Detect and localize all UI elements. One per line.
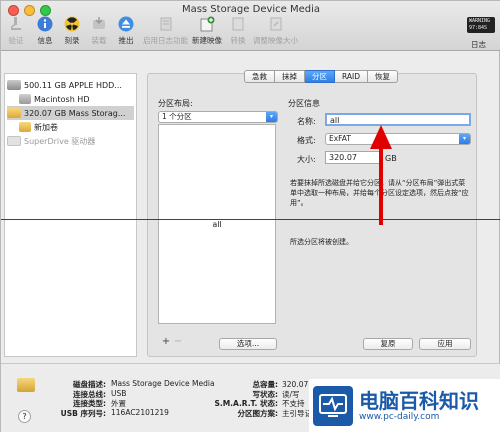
log-label[interactable]: 日志	[471, 39, 486, 50]
tab-erase[interactable]: 抹掉	[275, 70, 305, 83]
chevron-updown-icon: ▾	[266, 112, 277, 122]
partition-layout-select[interactable]: 1 个分区 ▾	[158, 111, 278, 123]
volume-icon	[19, 122, 31, 132]
serial-value: 116AC2101219	[111, 408, 169, 417]
tab-first-aid[interactable]: 急救	[244, 70, 275, 83]
sidebar-item-new-volume[interactable]: 新加卷	[19, 120, 58, 134]
tab-raid[interactable]: RAID	[335, 70, 369, 83]
partition-layout-heading: 分区布局:	[158, 99, 193, 108]
disk-desc-value: Mass Storage Device Media	[111, 379, 215, 388]
watermark-title: 电脑百科知识	[359, 389, 479, 413]
apply-button[interactable]: 应用	[419, 338, 471, 350]
tab-bar: 急救 抹掉 分区 RAID 恢复	[244, 70, 399, 83]
enable-journaling-button[interactable]: 启用日志功能	[143, 15, 188, 46]
tab-restore[interactable]: 恢复	[368, 70, 399, 83]
journal-icon	[157, 15, 175, 33]
disk-mount-icon	[90, 15, 108, 33]
resize-image-button[interactable]: 调整映像大小	[253, 15, 298, 46]
options-button[interactable]: 选项...	[219, 338, 277, 350]
titlebar: Mass Storage Device Media 验证 信息 刻录 装载 推出…	[1, 1, 500, 51]
format-label: 格式:	[297, 136, 316, 145]
microscope-icon	[7, 15, 25, 33]
device-sidebar[interactable]: 500.11 GB APPLE HDD... Macintosh HD 320.…	[4, 73, 137, 357]
verify-button[interactable]: 验证	[7, 15, 25, 46]
partition-map[interactable]: all	[158, 124, 276, 324]
burn-button[interactable]: 刻录	[63, 15, 81, 46]
add-partition-button[interactable]: +	[161, 337, 171, 347]
info-icon	[36, 15, 54, 33]
scheme-label: 分区图方案:	[237, 409, 279, 418]
sidebar-item-mass-storage[interactable]: 320.07 GB Mass Storag...	[7, 106, 134, 120]
convert-button[interactable]: 转换	[229, 15, 247, 46]
revert-button[interactable]: 复原	[363, 338, 413, 350]
resize-image-icon	[267, 15, 285, 33]
usb-drive-icon	[17, 378, 35, 392]
new-image-icon	[198, 15, 216, 33]
sidebar-item-apple-hdd[interactable]: 500.11 GB APPLE HDD...	[7, 78, 122, 92]
remove-partition-button[interactable]: −	[173, 337, 183, 347]
volume-icon	[19, 94, 31, 104]
serial-label: USB 序列号:	[60, 409, 106, 418]
window-title: Mass Storage Device Media	[181, 4, 321, 15]
radioactive-icon	[63, 15, 81, 33]
partition-info-heading: 分区信息	[288, 99, 320, 108]
tab-partition[interactable]: 分区	[305, 70, 335, 83]
info-button[interactable]: 信息	[36, 15, 54, 46]
bus-value: USB	[111, 389, 127, 398]
sidebar-item-macintosh-hd[interactable]: Macintosh HD	[19, 92, 89, 106]
chevron-updown-icon: ▾	[459, 134, 470, 144]
eject-button[interactable]: 推出	[117, 15, 135, 46]
new-image-button[interactable]: 新建映像	[192, 15, 222, 46]
size-label: 大小:	[297, 155, 316, 164]
red-guide-line	[1, 219, 500, 220]
external-disk-icon	[7, 108, 21, 118]
optical-drive-icon	[7, 136, 21, 146]
help-button[interactable]: ?	[18, 410, 31, 423]
partition-status-text: 所选分区将被创建。	[290, 238, 353, 246]
log-console-icon[interactable]: WARNING 97:84S	[467, 17, 495, 33]
eject-icon	[117, 15, 135, 33]
partition-name-in-map[interactable]: all	[159, 220, 275, 229]
sidebar-item-superdrive[interactable]: SuperDrive 驱动器	[7, 134, 95, 148]
disk-utility-window: Mass Storage Device Media 验证 信息 刻录 装载 推出…	[0, 0, 500, 432]
pulse-logo-icon	[313, 386, 353, 426]
red-arrow-annotation	[370, 125, 392, 225]
watermark: 电脑百科知识 www.pc-daily.com	[309, 379, 500, 432]
convert-icon	[229, 15, 247, 33]
watermark-url: www.pc-daily.com	[359, 412, 440, 422]
name-label: 名称:	[297, 117, 316, 126]
mount-button[interactable]: 装载	[90, 15, 108, 46]
hard-disk-icon	[7, 80, 21, 90]
